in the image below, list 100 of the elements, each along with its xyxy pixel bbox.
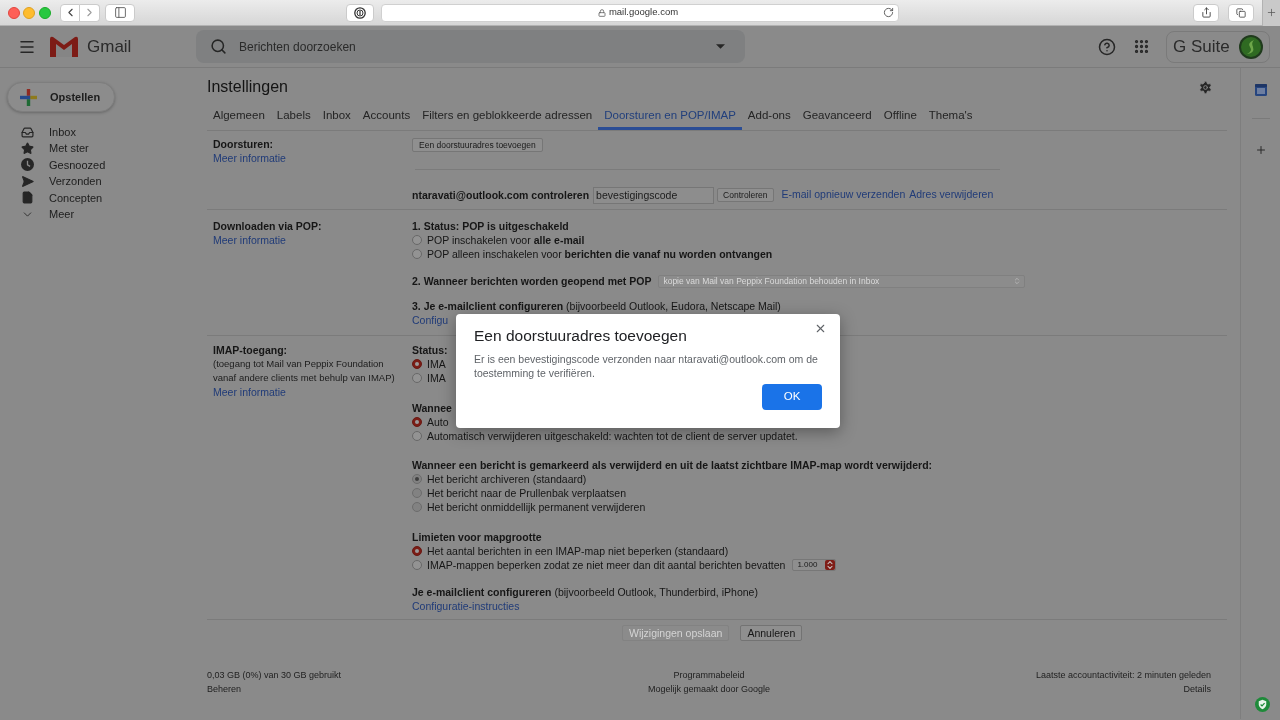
settings-tab[interactable]: Geavanceerd [796,104,878,130]
search-field[interactable]: Berichten doorzoeken [196,30,745,63]
action-link[interactable]: E-mail opnieuw verzenden [781,187,906,203]
section-label: Limieten voor mapgrootte [412,530,542,544]
send-icon [21,174,34,188]
settings-tab[interactable]: Inbox [316,104,357,130]
settings-tab[interactable]: Thema's [922,104,979,130]
close-window-icon[interactable] [8,6,20,19]
radio-button[interactable] [412,417,422,427]
sidebar-button[interactable] [105,3,135,22]
code-field[interactable]: bevestigingscode [593,186,715,204]
settings-tab[interactable]: Labels [270,104,317,130]
settings-tab[interactable]: Algemeen [207,104,271,130]
option-label: POP inschakelen voor alle e-mail [427,233,585,247]
ok-button[interactable]: OK [762,384,822,410]
app-name: Gmail [87,35,132,58]
plus-icon [20,88,37,106]
inbox-icon [21,125,34,139]
back-button[interactable] [60,3,80,22]
section-label: Wannee [412,401,452,415]
form-button[interactable]: Annuleren [740,625,803,641]
extension-button[interactable] [346,3,374,22]
option-label: Auto [427,415,449,429]
radio-button[interactable] [412,235,422,245]
account-button[interactable]: G Suite [1166,30,1270,63]
sidebar-icon [113,6,127,19]
help-button[interactable] [1097,36,1117,57]
option-label: Het bericht archiveren (standaard) [427,472,587,486]
manage-link[interactable]: Beheren [207,682,242,696]
action-link[interactable]: Adres verwijderen [909,187,994,203]
address-field[interactable]: mail.google.com [381,3,899,22]
tabs-button[interactable] [1228,3,1254,22]
settings-tab[interactable]: Offline [877,104,923,130]
add-forwarding-button[interactable]: Een doorstuuradres toevoegen [412,138,543,152]
radio-button[interactable] [412,359,422,369]
nav-item[interactable]: Gesnoozed [0,156,140,174]
nav-item[interactable]: Met ster [0,140,140,157]
section-label: Downloaden via POP: [213,219,322,233]
search-icon[interactable] [210,38,227,55]
forward-button[interactable] [80,3,100,22]
radio-button[interactable] [412,431,422,441]
policy-link[interactable]: Programmabeleid [673,668,745,682]
learn-more-link[interactable]: Meer informatie [213,233,286,247]
section-label: Status: [412,343,448,357]
radio-button[interactable] [412,249,422,259]
settings-tab[interactable]: Accounts [356,104,417,130]
section-label: Doorsturen: [213,137,274,151]
settings-tab[interactable]: Filters en geblokkeerde adressen [416,104,599,130]
nav-item[interactable]: Inbox [0,124,140,141]
option-label: IMA [427,357,446,371]
clock-icon [21,158,34,172]
section-note: (toegang tot Mail van Peppix Foundation vanaf andere clients met behulp van IMAP) [213,357,396,385]
option-label: IMA [427,371,446,385]
option-label: POP alleen inschakelen voor berichten die vanaf nu worden ontvangen [427,247,773,261]
caret-down-icon[interactable] [716,44,725,49]
radio-button[interactable] [412,546,422,556]
step-text: 3. Je e-mailclient configureren (bijvoorbeeld Outlook, Eudora, Netscape Mail) [412,299,781,313]
limit-select[interactable]: 1.000 [792,559,837,571]
radio-button[interactable] [412,560,422,570]
section-label: Wanneer een bericht is gemarkeerd als verwijderd en uit de laatst zichtbare IMAP-map wordt verwijderd: [412,458,933,472]
settings-button[interactable] [1198,79,1213,95]
file-icon [21,191,34,205]
share-button[interactable] [1193,3,1219,22]
apps-grid-icon [1132,38,1150,55]
option-label: Het bericht naar de Prullenbak verplaatsen [427,486,627,500]
help-icon [1098,37,1116,56]
shield-check-icon[interactable] [1255,697,1270,712]
settings-tab[interactable]: Add-ons [741,104,797,130]
option-label: IMAP-mappen beperken zodat ze niet meer dan dit aantal berichten bevatten [427,558,786,572]
details-link[interactable]: Details [1183,682,1211,696]
settings-tab[interactable]: Doorsturen en POP/IMAP [598,104,742,130]
calendar-icon[interactable] [1254,84,1267,96]
verify-label: ntaravati@outlook.com controleren [412,188,590,202]
section-label: 1. Status: POP is uitgeschakeld [412,219,569,233]
page-title: Instellingen [207,77,288,97]
zoom-window-icon[interactable] [39,6,51,19]
radio-button[interactable] [412,373,422,383]
last-activity-text: Laatste accountactiviteit: 2 minuten geleden [1035,669,1211,682]
reload-icon[interactable] [883,7,894,18]
learn-more-link[interactable]: Meer informatie [213,151,286,165]
lock-icon [597,8,606,17]
nav-item[interactable]: Concepten [0,189,140,206]
compose-button[interactable]: Opstellen [7,82,115,112]
powered-by-text: Mogelijk gemaakt door Google [647,683,771,696]
share-icon [1200,7,1212,18]
verify-button[interactable]: Controleren [717,188,774,202]
option-label: Het bericht onmiddellijk permanent verwijderen [427,500,646,514]
option-label: Automatisch verwijderen uitgeschakeld: wachten tot de client de server updatet. [427,429,798,443]
nav-item[interactable]: Meer [0,205,140,223]
plus-icon [1266,7,1277,18]
stepper-arrows-icon [825,560,836,570]
mail-logo [50,36,78,57]
learn-more-link[interactable]: Meer informatie [213,385,286,399]
new-tab-button[interactable] [1262,0,1280,26]
config-link[interactable]: Configuratie-instructies [412,599,520,613]
nav-item[interactable]: Verzonden [0,173,140,190]
add-icon[interactable] [1254,144,1267,156]
config-link[interactable]: Configu [412,313,449,327]
step-label: 2. Wanneer berichten worden geopend met POP [412,274,652,288]
storage-usage-text: 0,03 GB (0%) van 30 GB gebruikt [207,669,342,682]
